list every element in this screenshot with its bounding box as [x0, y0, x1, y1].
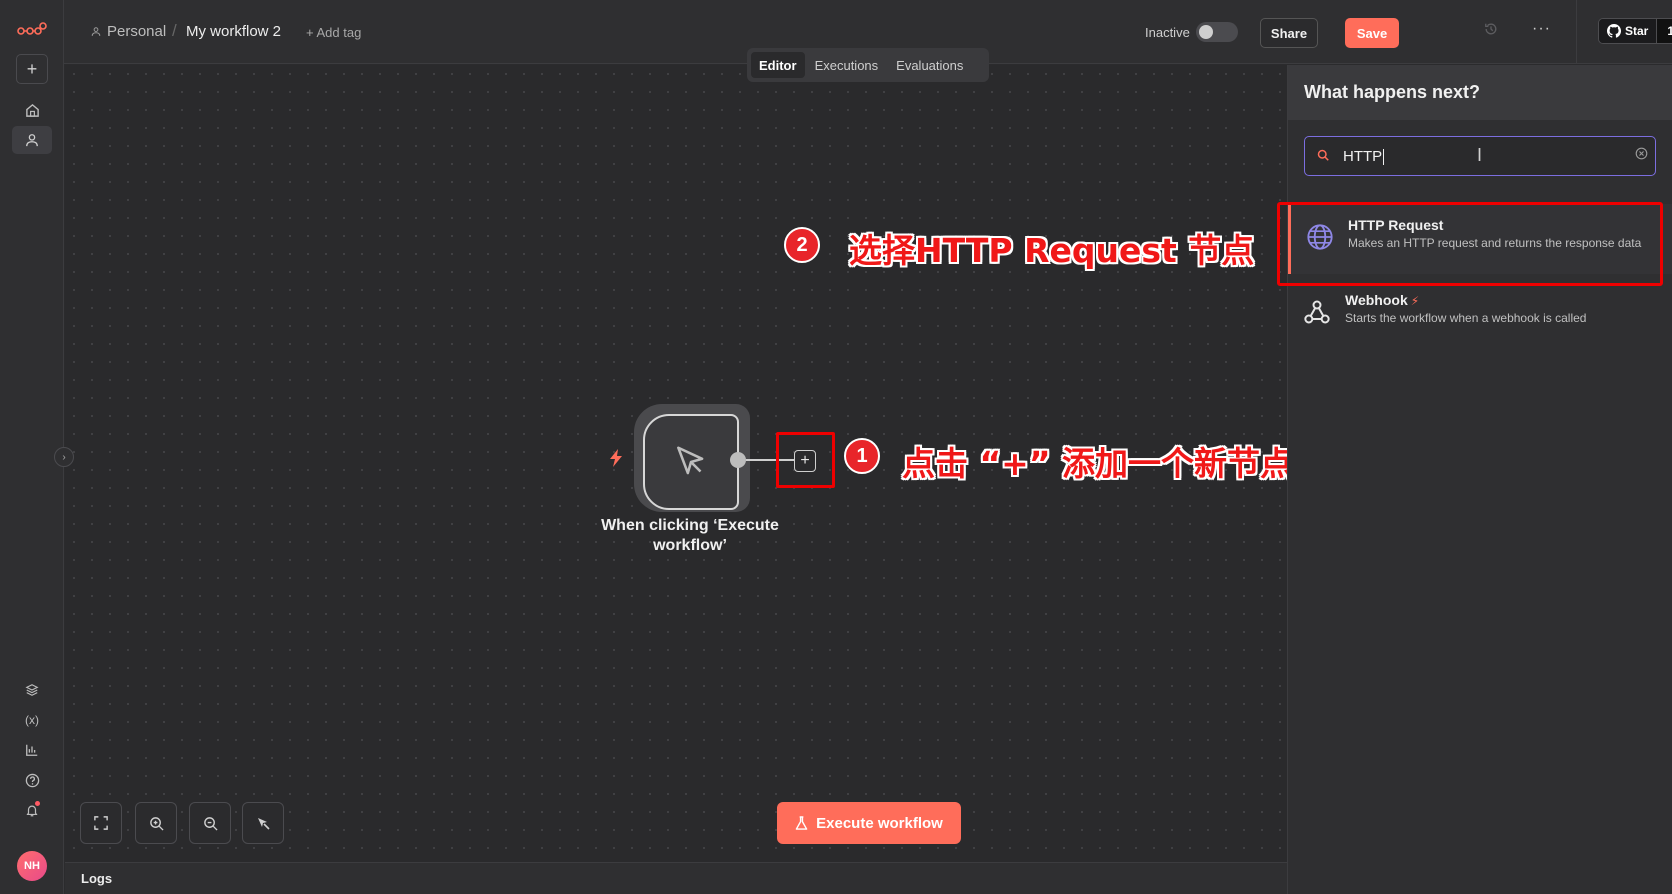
panel-header: What happens next? — [1288, 65, 1672, 120]
user-avatar[interactable]: NH — [17, 851, 47, 881]
notification-dot — [35, 801, 40, 806]
execute-workflow-button[interactable]: Execute workflow — [777, 802, 961, 844]
header-divider — [1576, 0, 1577, 64]
help-icon[interactable] — [12, 766, 52, 794]
breadcrumb-project-label: Personal — [107, 23, 167, 40]
zoom-out-icon — [203, 816, 218, 831]
node-result-description: Starts the workflow when a webhook is ca… — [1345, 311, 1587, 325]
execute-workflow-label: Execute workflow — [816, 814, 943, 832]
tab-editor[interactable]: Editor — [751, 52, 805, 78]
left-sidebar: + (x) NH — [0, 0, 64, 894]
tab-evaluations[interactable]: Evaluations — [888, 52, 971, 78]
github-icon — [1607, 24, 1621, 38]
github-star: Star — [1599, 19, 1657, 43]
n8n-app: + (x) NH Personal / My workflow 2 + Add … — [0, 0, 1672, 894]
insights-icon[interactable] — [12, 736, 52, 764]
breadcrumb-project[interactable]: Personal — [91, 23, 166, 40]
clear-search-icon[interactable] — [1635, 147, 1648, 163]
add-tag-link[interactable]: + Add tag — [306, 25, 361, 40]
github-star-button[interactable]: Star 151,311 — [1598, 18, 1672, 44]
step-2-annotation: 选择HTTP Request 节点 — [849, 231, 1255, 270]
node-search-input[interactable]: HTTP I — [1304, 136, 1656, 176]
history-icon[interactable] — [1484, 22, 1498, 40]
active-status-label: Inactive — [1145, 25, 1190, 40]
search-icon — [1317, 148, 1329, 164]
tab-executions[interactable]: Executions — [807, 52, 887, 78]
panel-title: What happens next? — [1304, 82, 1481, 102]
text-cursor-ibeam-icon: I — [1477, 145, 1483, 165]
step-1-badge: 1 — [844, 438, 880, 474]
trigger-bolt-icon — [610, 449, 622, 472]
cursor-pointer-icon — [677, 446, 704, 475]
flask-icon — [795, 815, 808, 830]
step-2-badge: 2 — [784, 227, 820, 263]
view-tabs: Editor Executions Evaluations — [747, 48, 989, 82]
activate-toggle[interactable] — [1196, 22, 1238, 42]
step-1-annotation: 点击 “+” 添加一个新节点 — [902, 444, 1294, 483]
create-button[interactable]: + — [16, 54, 48, 84]
node-output-handle[interactable] — [730, 452, 746, 468]
node-result-name: Webhook ⚡ — [1345, 292, 1420, 308]
zoom-in-button[interactable] — [135, 802, 177, 844]
toggle-knob — [1199, 25, 1213, 39]
n8n-logo-icon[interactable] — [12, 16, 52, 44]
logs-bar[interactable]: Logs — [65, 862, 1287, 894]
variables-icon[interactable]: (x) — [12, 706, 52, 734]
search-input-value: HTTP — [1343, 148, 1385, 166]
annotation-highlight-plus — [776, 432, 835, 488]
logs-label: Logs — [81, 871, 113, 886]
home-icon[interactable] — [12, 96, 52, 124]
personal-icon[interactable] — [12, 126, 52, 154]
annotation-highlight-http-request — [1277, 202, 1663, 286]
broom-icon — [258, 818, 270, 830]
fit-view-button[interactable] — [80, 802, 122, 844]
expand-sidebar-chevron-icon[interactable]: › — [54, 447, 74, 467]
fullscreen-icon — [94, 816, 108, 830]
zoom-out-button[interactable] — [189, 802, 231, 844]
breadcrumb-separator: / — [172, 21, 177, 40]
notifications-bell-icon[interactable] — [12, 796, 52, 824]
share-button[interactable]: Share — [1260, 18, 1318, 48]
manual-trigger-node[interactable] — [643, 414, 739, 510]
tidy-up-button[interactable] — [242, 802, 284, 844]
trigger-bolt-small-icon: ⚡ — [1410, 294, 1420, 308]
templates-icon[interactable] — [12, 676, 52, 704]
save-button[interactable]: Save — [1345, 18, 1399, 48]
user-small-icon — [91, 27, 101, 36]
trigger-node-label: When clicking ‘Execute workflow’ — [601, 517, 779, 554]
zoom-in-icon — [149, 816, 164, 831]
node-result-webhook[interactable]: Webhook ⚡ Starts the workflow when a webh… — [1288, 279, 1672, 349]
github-star-label: Star — [1625, 24, 1649, 38]
node-creator-panel: What happens next? HTTP I HTTP Request M… — [1287, 65, 1672, 894]
workflow-name[interactable]: My workflow 2 — [186, 23, 281, 40]
github-star-count: 151,311 — [1656, 19, 1672, 43]
webhook-icon — [1302, 297, 1332, 327]
more-options-icon[interactable]: ··· — [1532, 20, 1551, 38]
